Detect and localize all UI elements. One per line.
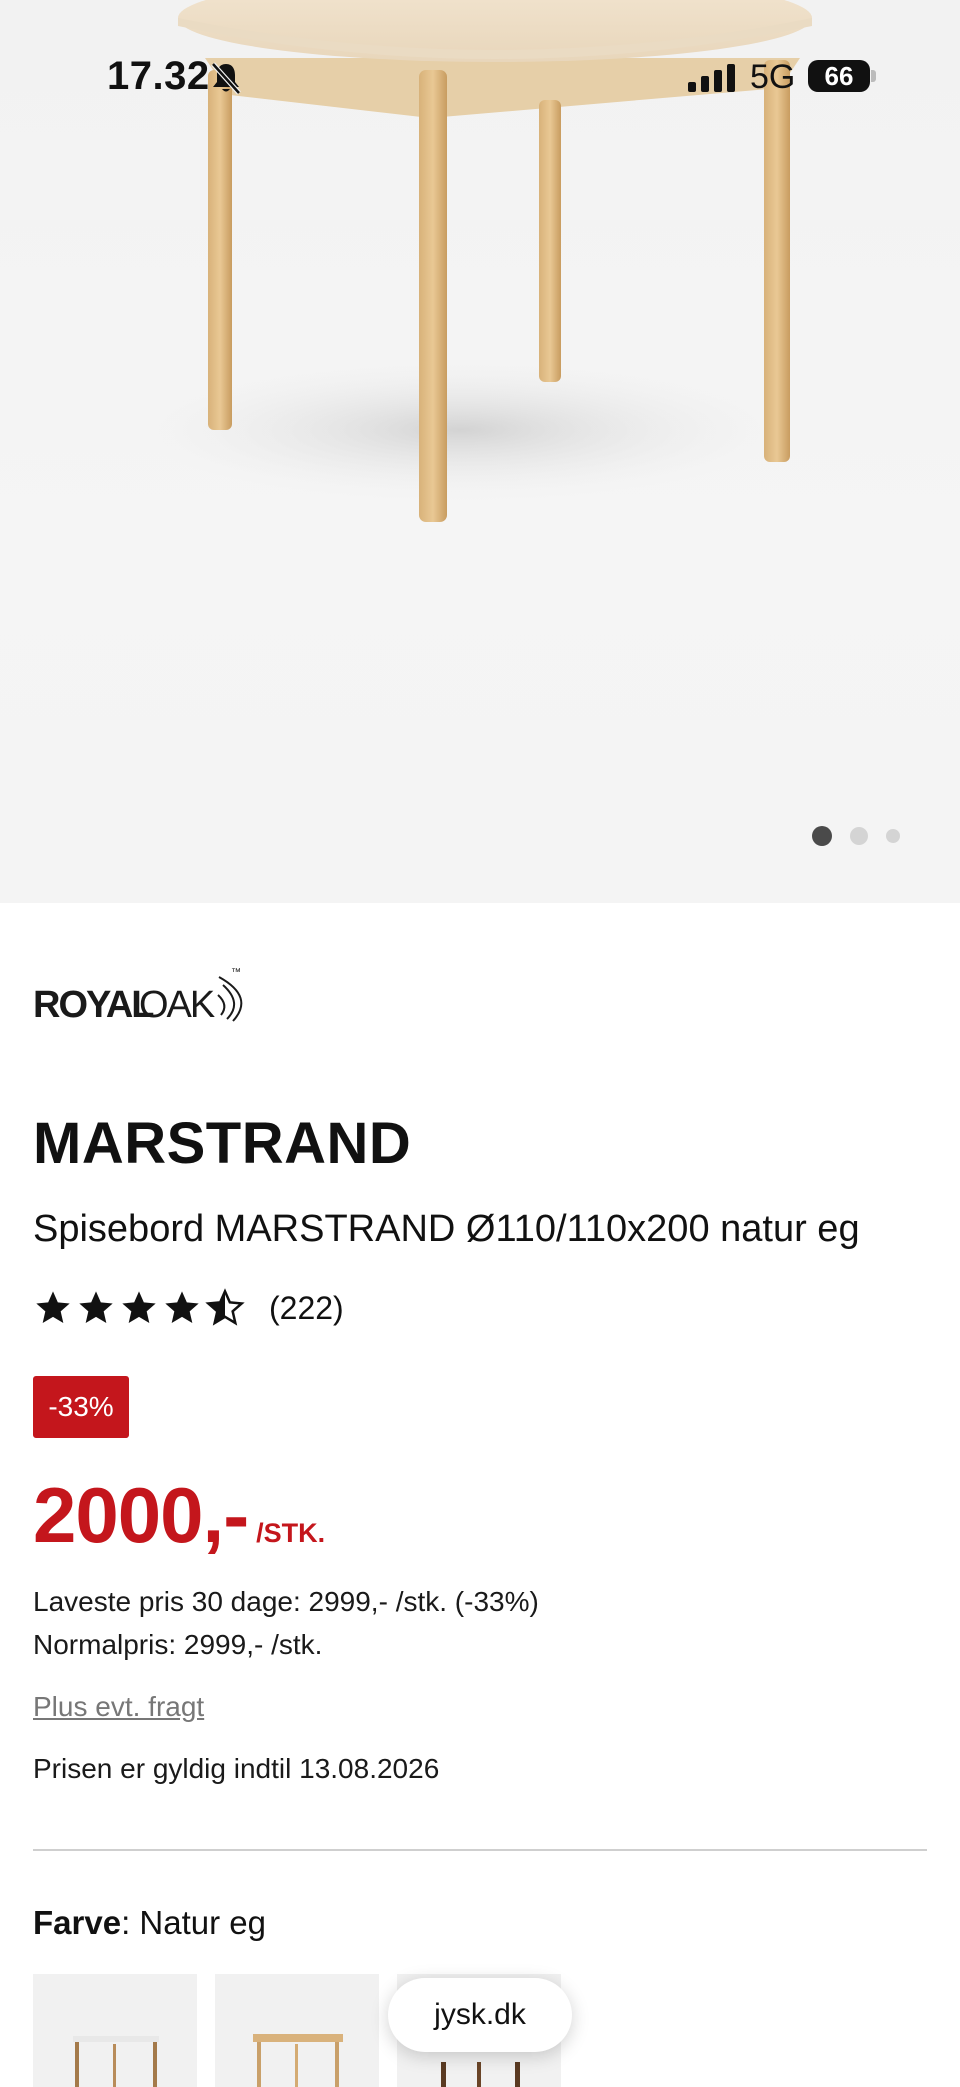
color-variant-white[interactable] <box>33 1974 197 2087</box>
gallery-dot-1[interactable] <box>812 826 832 846</box>
status-bar: 17.32 5G 66 <box>0 0 960 150</box>
svg-text:OAK: OAK <box>139 984 215 1025</box>
bell-muted-icon <box>208 60 244 101</box>
color-selector-label: Farve: Natur eg <box>33 1904 266 1942</box>
color-separator: : <box>121 1904 140 1941</box>
product-rating[interactable]: (222) <box>33 1288 344 1328</box>
battery-icon: 66 <box>808 60 870 92</box>
color-label: Farve <box>33 1904 122 1941</box>
svg-text:™: ™ <box>231 967 241 978</box>
star-full-icon <box>36 1291 70 1323</box>
discount-badge: -33% <box>33 1376 129 1438</box>
price-value: 2000,- <box>33 1471 249 1559</box>
color-variant-natural-oak[interactable] <box>215 1974 379 2087</box>
product-image-gallery[interactable]: 17.32 5G 66 <box>0 0 960 903</box>
star-full-icon <box>165 1291 199 1323</box>
product-title: MARSTRAND <box>33 1111 412 1176</box>
star-full-icon <box>79 1291 113 1323</box>
browser-url-bar[interactable]: jysk.dk <box>388 1978 572 2052</box>
gallery-pagination[interactable] <box>812 826 900 846</box>
price: 2000,- /STK. <box>33 1470 325 1561</box>
gallery-dot-3[interactable] <box>886 829 900 843</box>
battery-cap <box>871 70 876 82</box>
brand-logo[interactable]: ROYAL OAK ™ <box>33 955 253 1030</box>
price-unit: /STK. <box>256 1518 326 1548</box>
normal-price: Normalpris: 2999,- /stk. <box>33 1629 323 1660</box>
color-value: Natur eg <box>139 1904 266 1941</box>
status-time: 17.32 <box>107 54 210 98</box>
price-valid-until: Prisen er gyldig indtil 13.08.2026 <box>33 1753 440 1784</box>
star-half-icon <box>205 1288 245 1326</box>
network-type: 5G <box>750 58 796 96</box>
cellular-signal-icon <box>688 64 736 97</box>
freight-link[interactable]: Plus evt. fragt <box>33 1691 204 1723</box>
svg-text:ROYAL: ROYAL <box>33 984 154 1025</box>
divider <box>33 1849 927 1851</box>
lowest-price-30-days: Laveste pris 30 dage: 2999,- /stk. (-33%… <box>33 1586 539 1617</box>
star-full-icon <box>122 1291 156 1323</box>
product-description: Spisebord MARSTRAND Ø110/110x200 natur e… <box>33 1208 860 1250</box>
gallery-dot-2[interactable] <box>850 827 868 845</box>
rating-stars <box>33 1288 245 1328</box>
review-count[interactable]: (222) <box>269 1290 344 1327</box>
